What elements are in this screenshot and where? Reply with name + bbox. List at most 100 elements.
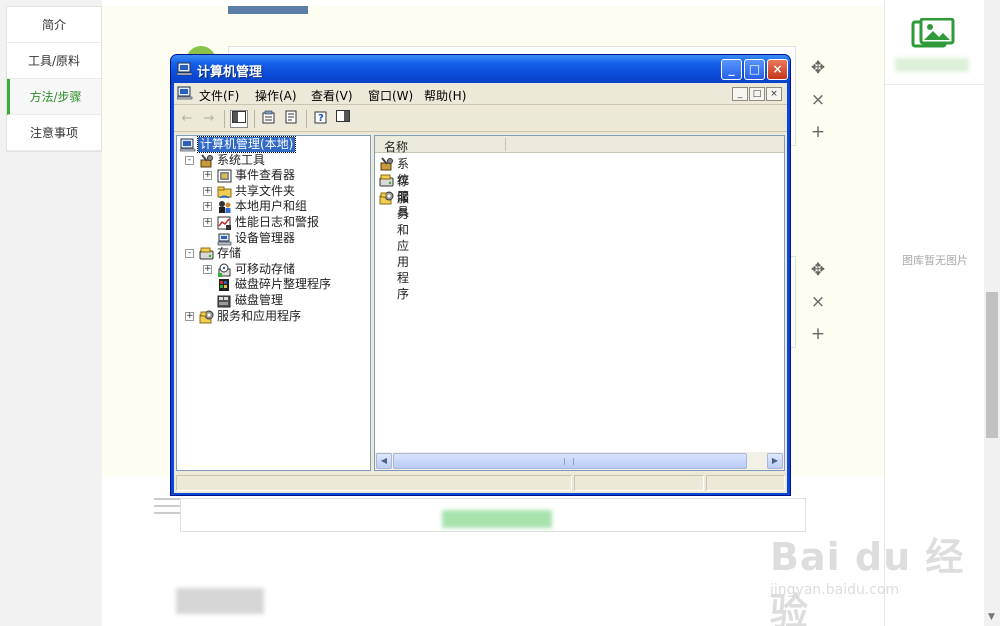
services-apps-icon (199, 310, 215, 324)
tree-node[interactable]: 磁盘碎片整理程序 (177, 277, 367, 292)
tree-node-label: 事件查看器 (235, 168, 296, 183)
tree-expand-icon[interactable]: + (203, 202, 212, 212)
tree-node[interactable]: + 共享文件夹 (177, 184, 367, 199)
tree-node-label: 系统工具 (217, 152, 266, 167)
list-item-label: 服务和应用程序 (397, 191, 410, 301)
column-divider[interactable] (505, 138, 506, 151)
minimize-button[interactable]: _ (721, 59, 742, 80)
mdi-restore-button[interactable]: □ (749, 87, 765, 101)
performance-logs-icon (217, 216, 233, 230)
column-header-name[interactable]: 名称 (375, 136, 784, 154)
list-lines-icon (154, 498, 180, 520)
menu-action[interactable]: 操作(A) (255, 87, 297, 104)
move-icon[interactable]: ✥ (806, 258, 830, 282)
toolbar-separator (224, 110, 225, 128)
scroll-left-icon[interactable]: ◀ (376, 453, 392, 469)
tree-collapse-icon[interactable]: - (185, 155, 194, 165)
close-button[interactable]: × (767, 59, 788, 80)
window-titlebar[interactable]: 计算机管理 _ □ × (171, 55, 790, 83)
menu-window[interactable]: 窗口(W) (368, 87, 413, 104)
scroll-down-icon[interactable]: ▼ (988, 612, 995, 622)
storage-icon (199, 247, 215, 261)
menu-file[interactable]: 文件(F) (199, 87, 239, 104)
add-icon[interactable]: + (806, 322, 830, 346)
move-icon[interactable]: ✥ (806, 56, 830, 80)
mdi-minimize-button[interactable]: _ (732, 87, 748, 101)
event-viewer-icon (217, 169, 233, 183)
svg-text:?: ? (318, 113, 324, 124)
tree-node-label: 服务和应用程序 (217, 308, 302, 323)
tree-expand-icon[interactable]: + (185, 311, 194, 321)
tree-node[interactable]: 设备管理器 (177, 231, 367, 246)
storage-icon (379, 174, 395, 188)
tree-node[interactable]: + 事件查看器 (177, 168, 367, 183)
scroll-right-icon[interactable]: ▶ (767, 453, 783, 469)
menu-help[interactable]: 帮助(H) (424, 87, 466, 104)
baidu-watermark: Bai du 经验 jingyan.baidu.com (770, 516, 980, 626)
window-client-area: 文件(F) 操作(A) 查看(V) 窗口(W) 帮助(H) _□× ← → (174, 83, 787, 493)
tree-expand-icon[interactable]: + (203, 186, 212, 196)
tree-node[interactable]: + 服务和应用程序 (177, 309, 367, 324)
scrollbar-thumb[interactable] (986, 292, 998, 438)
left-navigation: 简介 工具/原料 方法/步骤 注意事项 (0, 0, 102, 626)
nav-item-steps[interactable]: 方法/步骤 (7, 79, 101, 115)
tree-expand-icon[interactable]: + (203, 171, 212, 181)
status-bar (174, 473, 787, 493)
blurred-text (176, 588, 264, 614)
tree-node-label: 磁盘碎片整理程序 (235, 277, 332, 292)
users-groups-icon (217, 200, 233, 214)
tree-node[interactable]: - 存储 (177, 246, 367, 261)
tree-expand-icon[interactable]: + (203, 264, 212, 274)
tree-node[interactable]: 磁盘管理 (177, 293, 367, 308)
delete-icon[interactable]: × (806, 290, 830, 314)
device-manager-icon (217, 232, 233, 246)
computer-management-window: 计算机管理 _ □ × 文件(F) 操作(A) 查看(V) 窗口(W) 帮助(H… (170, 54, 791, 496)
properties-icon[interactable] (260, 110, 278, 128)
tree-collapse-icon[interactable]: - (185, 249, 194, 259)
tree-node[interactable]: 计算机管理(本地) (177, 136, 367, 153)
forward-arrow-icon[interactable]: → (200, 110, 218, 128)
tree-expand-icon[interactable]: + (203, 218, 212, 227)
system-tools-icon (199, 153, 215, 168)
step-tools-top: ✥ × + (806, 56, 830, 152)
add-icon[interactable]: + (806, 120, 830, 144)
horizontal-scroll-thumb[interactable] (393, 453, 747, 469)
tree-node-label: 存储 (217, 246, 242, 261)
disk-management-icon (217, 294, 233, 308)
show-hide-tree-icon[interactable] (230, 110, 248, 128)
tree-node[interactable]: + 可移动存储 (177, 262, 367, 277)
help-icon[interactable]: ? (312, 110, 330, 128)
nav-item-notes[interactable]: 注意事项 (7, 115, 101, 151)
horizontal-scrollbar[interactable]: ◀ ▶ (375, 452, 784, 470)
mdi-close-button[interactable]: × (766, 87, 782, 101)
nav-item-intro[interactable]: 简介 (7, 7, 101, 43)
status-cell-2 (574, 475, 704, 491)
computer-icon (177, 86, 193, 100)
delete-icon[interactable]: × (806, 88, 830, 112)
tree-node[interactable]: + 性能日志和警报 (177, 215, 367, 230)
system-tools-icon (379, 157, 395, 171)
toolbar: ← → ? (174, 106, 787, 132)
step-tools-bottom: ✥ × + (806, 258, 830, 354)
tree-node[interactable]: - 系统工具 (177, 153, 367, 168)
window-title: 计算机管理 (197, 65, 263, 80)
image-gallery-icon[interactable] (911, 18, 955, 52)
tree-node[interactable]: + 本地用户和组 (177, 199, 367, 214)
back-arrow-icon[interactable]: ← (178, 110, 196, 128)
results-pane[interactable]: 名称 系统工具 存储 服务和应用程序 ◀ ▶ (374, 135, 785, 471)
status-cell-3 (706, 475, 785, 491)
upload-image-button[interactable] (895, 58, 969, 72)
menu-view[interactable]: 查看(V) (311, 87, 353, 104)
menu-bar: 文件(F) 操作(A) 查看(V) 窗口(W) 帮助(H) _ □ × (174, 83, 787, 105)
page-scrollbar[interactable]: ▼ (984, 0, 1000, 626)
show-hide-action-pane-icon[interactable] (334, 110, 352, 128)
maximize-button[interactable]: □ (744, 59, 765, 80)
add-step-button[interactable] (442, 510, 552, 528)
export-list-icon[interactable] (282, 110, 300, 128)
toolbar-separator (306, 110, 307, 128)
status-cell-1 (176, 475, 572, 491)
nav-item-tools[interactable]: 工具/原料 (7, 43, 101, 79)
console-tree[interactable]: 计算机管理(本地) - 系统工具 + 事件查看器 + 共享文件夹 + 本地用户和组 + 性能日志和警… (176, 135, 371, 471)
computer-icon (179, 138, 196, 152)
mdi-controls: _ □ × (732, 85, 783, 101)
